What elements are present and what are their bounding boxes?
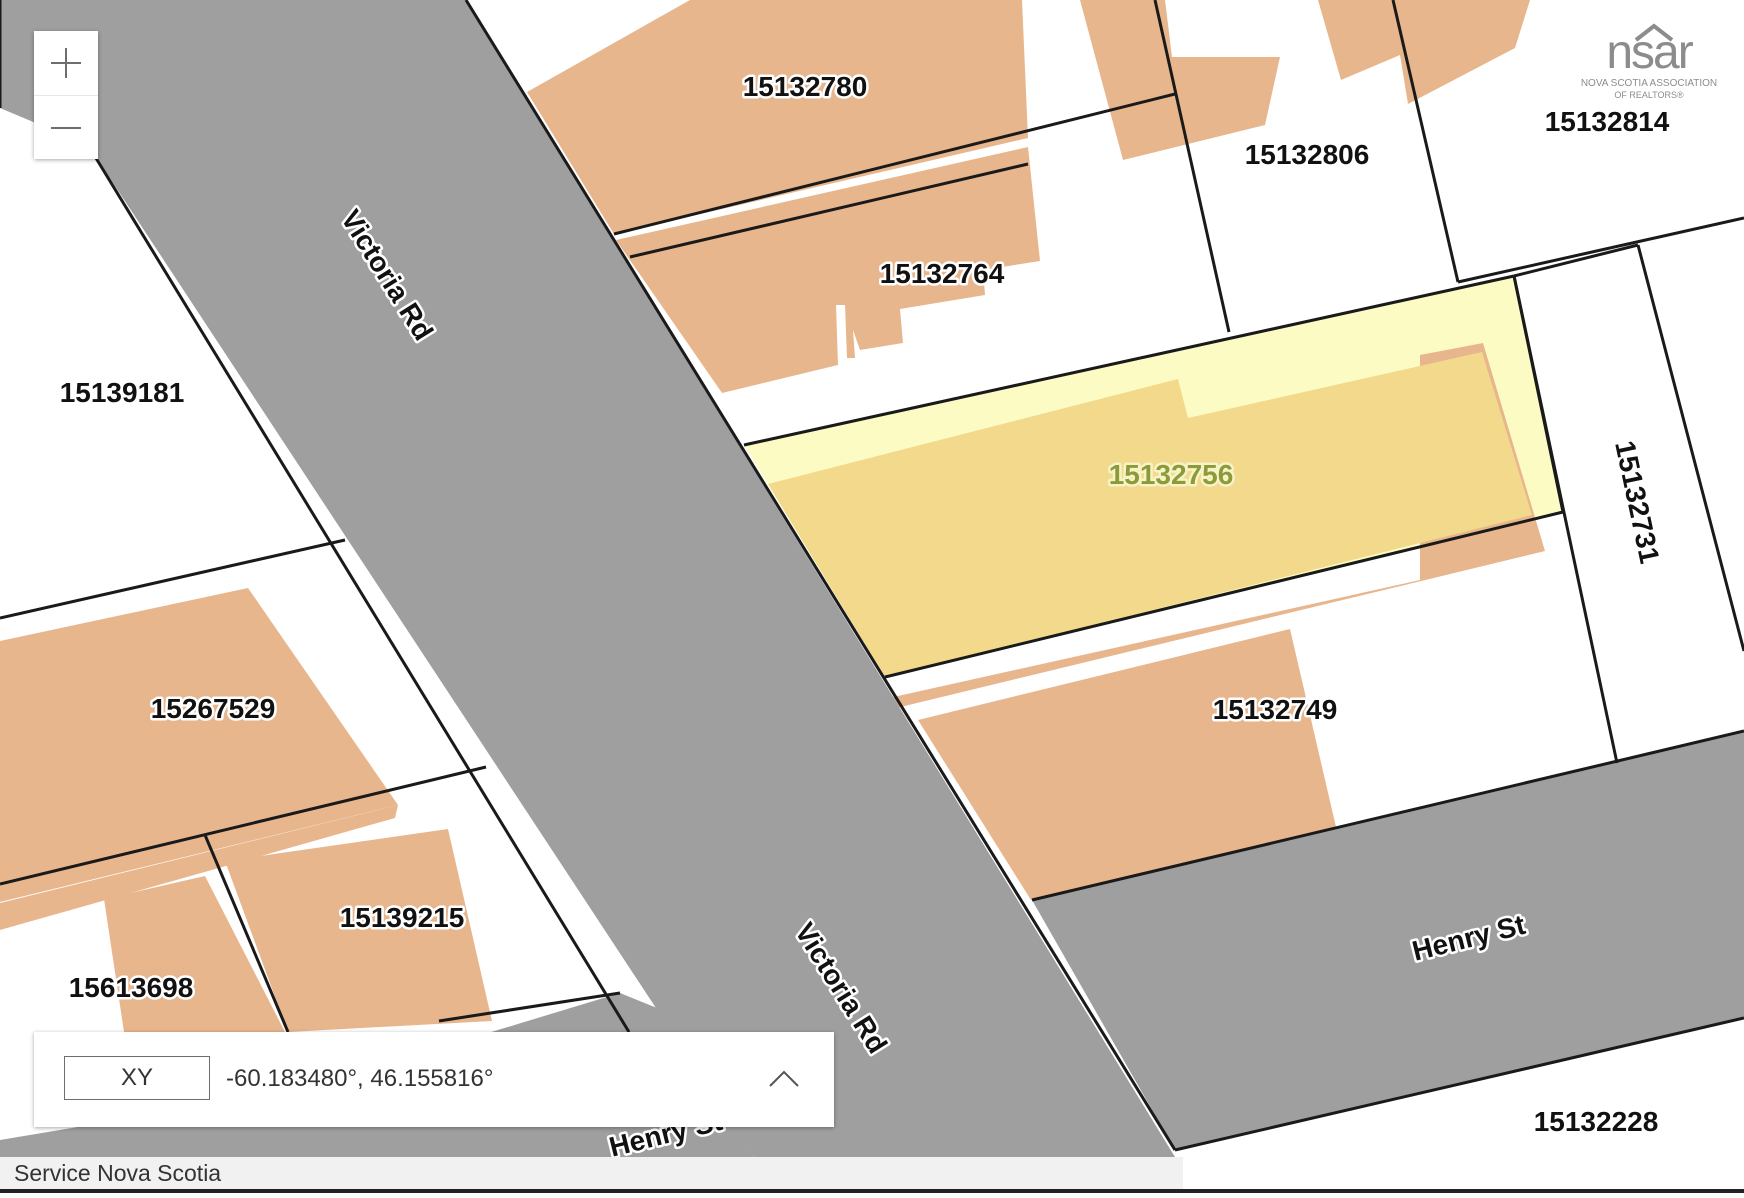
parcel-label: 15139181	[60, 377, 185, 408]
zoom-control	[34, 31, 98, 159]
coordinate-mode-button[interactable]: XY	[64, 1056, 210, 1100]
parcel-label: 15132749	[1213, 694, 1338, 725]
map-attribution: Service Nova Scotia	[0, 1157, 1183, 1189]
parcel-label: 15267529	[151, 693, 276, 724]
parcel-label: 15132806	[1245, 139, 1370, 170]
parcel-label: 15132764	[880, 258, 1005, 289]
parcel-label: 15132228	[1534, 1106, 1659, 1137]
zoom-out-button[interactable]	[34, 95, 98, 159]
parcel-label-selected: 15132756	[1109, 459, 1234, 490]
parcel-label: 15613698	[69, 972, 194, 1003]
logo-line1: NOVA SCOTIA ASSOCIATION	[1581, 78, 1717, 89]
coordinate-readout: -60.183480°, 46.155816°	[226, 1065, 494, 1092]
logo-text: nsar	[1606, 26, 1693, 79]
zoom-in-button[interactable]	[34, 31, 98, 95]
chevron-up-icon	[769, 1070, 799, 1087]
nsar-logo: nsar NOVA SCOTIA ASSOCIATION OF REALTORS…	[1566, 22, 1732, 102]
coordinate-widget: XY -60.183480°, 46.155816°	[34, 1032, 834, 1127]
parcel-label: 15132814	[1545, 106, 1670, 137]
logo-line2: OF REALTORS®	[1614, 90, 1684, 100]
coordinate-toggle-button[interactable]	[762, 1056, 806, 1100]
parcel-label: 15139215	[340, 902, 465, 933]
parcel-map[interactable]: 15132780 15132806 15132814 15132764 1513…	[0, 0, 1744, 1198]
map-bottom-edge	[0, 1189, 1744, 1198]
parcel-label: 15132780	[743, 71, 868, 102]
